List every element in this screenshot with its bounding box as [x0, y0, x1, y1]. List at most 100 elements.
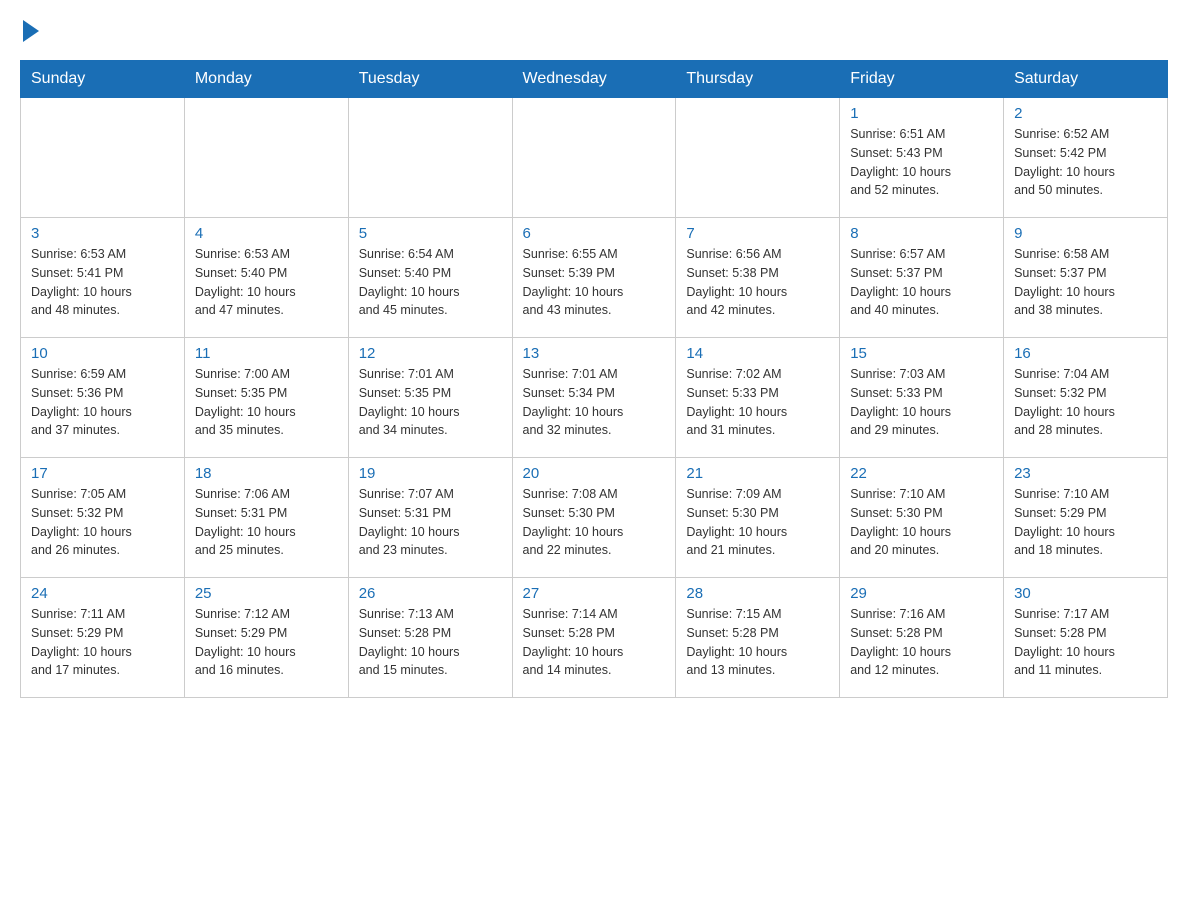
calendar-cell: 7 Sunrise: 6:56 AM Sunset: 5:38 PM Daylig… [676, 218, 840, 338]
calendar-cell: 1 Sunrise: 6:51 AM Sunset: 5:43 PM Daylig… [840, 98, 1004, 218]
calendar-cell: 29 Sunrise: 7:16 AM Sunset: 5:28 PM Dayli… [840, 578, 1004, 698]
day-number: 20 [523, 465, 666, 482]
day-number: 23 [1014, 465, 1157, 482]
weekday-header-friday: Friday [840, 61, 1004, 98]
calendar-cell [348, 98, 512, 218]
weekday-header-monday: Monday [184, 61, 348, 98]
calendar-week-row: 24 Sunrise: 7:11 AM Sunset: 5:29 PM Dayli… [21, 578, 1168, 698]
calendar-week-row: 1 Sunrise: 6:51 AM Sunset: 5:43 PM Daylig… [21, 98, 1168, 218]
calendar-cell: 12 Sunrise: 7:01 AM Sunset: 5:35 PM Dayli… [348, 338, 512, 458]
day-info: Sunrise: 6:55 AM Sunset: 5:39 PM Dayligh… [523, 245, 666, 320]
day-number: 16 [1014, 345, 1157, 362]
calendar-week-row: 3 Sunrise: 6:53 AM Sunset: 5:41 PM Daylig… [21, 218, 1168, 338]
day-number: 28 [686, 585, 829, 602]
day-info: Sunrise: 6:58 AM Sunset: 5:37 PM Dayligh… [1014, 245, 1157, 320]
day-info: Sunrise: 6:57 AM Sunset: 5:37 PM Dayligh… [850, 245, 993, 320]
day-info: Sunrise: 6:53 AM Sunset: 5:40 PM Dayligh… [195, 245, 338, 320]
calendar-cell: 23 Sunrise: 7:10 AM Sunset: 5:29 PM Dayli… [1004, 458, 1168, 578]
calendar-cell: 13Sunrise: 7:01 AM Sunset: 5:34 PM Dayli… [512, 338, 676, 458]
calendar-cell: 24 Sunrise: 7:11 AM Sunset: 5:29 PM Dayli… [21, 578, 185, 698]
day-number: 10 [31, 345, 174, 362]
day-number: 9 [1014, 225, 1157, 242]
day-number: 14 [686, 345, 829, 362]
day-info: Sunrise: 6:56 AM Sunset: 5:38 PM Dayligh… [686, 245, 829, 320]
day-number: 17 [31, 465, 174, 482]
calendar-cell: 2 Sunrise: 6:52 AM Sunset: 5:42 PM Daylig… [1004, 98, 1168, 218]
day-number: 5 [359, 225, 502, 242]
day-number: 18 [195, 465, 338, 482]
day-info: Sunrise: 7:01 AM Sunset: 5:35 PM Dayligh… [359, 365, 502, 440]
day-info: Sunrise: 7:08 AM Sunset: 5:30 PM Dayligh… [523, 485, 666, 560]
calendar-cell: 4 Sunrise: 6:53 AM Sunset: 5:40 PM Daylig… [184, 218, 348, 338]
calendar-cell: 8Sunrise: 6:57 AM Sunset: 5:37 PM Daylig… [840, 218, 1004, 338]
day-info: Sunrise: 6:51 AM Sunset: 5:43 PM Dayligh… [850, 125, 993, 200]
calendar-cell: 3 Sunrise: 6:53 AM Sunset: 5:41 PM Daylig… [21, 218, 185, 338]
weekday-header-wednesday: Wednesday [512, 61, 676, 98]
day-info: Sunrise: 7:10 AM Sunset: 5:30 PM Dayligh… [850, 485, 993, 560]
day-info: Sunrise: 7:00 AM Sunset: 5:35 PM Dayligh… [195, 365, 338, 440]
calendar-cell: 19 Sunrise: 7:07 AM Sunset: 5:31 PM Dayli… [348, 458, 512, 578]
calendar-cell: 22 Sunrise: 7:10 AM Sunset: 5:30 PM Dayli… [840, 458, 1004, 578]
day-number: 21 [686, 465, 829, 482]
calendar-cell: 20 Sunrise: 7:08 AM Sunset: 5:30 PM Dayli… [512, 458, 676, 578]
day-number: 7 [686, 225, 829, 242]
calendar-cell: 5 Sunrise: 6:54 AM Sunset: 5:40 PM Daylig… [348, 218, 512, 338]
day-info: Sunrise: 6:53 AM Sunset: 5:41 PM Dayligh… [31, 245, 174, 320]
day-info: Sunrise: 7:16 AM Sunset: 5:28 PM Dayligh… [850, 605, 993, 680]
day-info: Sunrise: 6:54 AM Sunset: 5:40 PM Dayligh… [359, 245, 502, 320]
weekday-header-tuesday: Tuesday [348, 61, 512, 98]
calendar-cell: 25 Sunrise: 7:12 AM Sunset: 5:29 PM Dayli… [184, 578, 348, 698]
calendar-cell: 17 Sunrise: 7:05 AM Sunset: 5:32 PM Dayli… [21, 458, 185, 578]
day-info: Sunrise: 6:52 AM Sunset: 5:42 PM Dayligh… [1014, 125, 1157, 200]
day-number: 12 [359, 345, 502, 362]
day-number: 1 [850, 105, 993, 122]
day-number: 2 [1014, 105, 1157, 122]
calendar-table: SundayMondayTuesdayWednesdayThursdayFrid… [20, 60, 1168, 698]
day-info: Sunrise: 7:12 AM Sunset: 5:29 PM Dayligh… [195, 605, 338, 680]
day-info: Sunrise: 7:15 AM Sunset: 5:28 PM Dayligh… [686, 605, 829, 680]
calendar-cell: 27 Sunrise: 7:14 AM Sunset: 5:28 PM Dayli… [512, 578, 676, 698]
calendar-cell [676, 98, 840, 218]
day-number: 13 [523, 345, 666, 362]
day-info: Sunrise: 7:10 AM Sunset: 5:29 PM Dayligh… [1014, 485, 1157, 560]
day-info: Sunrise: 7:09 AM Sunset: 5:30 PM Dayligh… [686, 485, 829, 560]
calendar-cell [184, 98, 348, 218]
calendar-cell [21, 98, 185, 218]
day-number: 19 [359, 465, 502, 482]
weekday-header-thursday: Thursday [676, 61, 840, 98]
logo [20, 20, 39, 42]
calendar-cell: 21 Sunrise: 7:09 AM Sunset: 5:30 PM Dayli… [676, 458, 840, 578]
day-number: 27 [523, 585, 666, 602]
day-info: Sunrise: 7:05 AM Sunset: 5:32 PM Dayligh… [31, 485, 174, 560]
calendar-header-row: SundayMondayTuesdayWednesdayThursdayFrid… [21, 61, 1168, 98]
day-number: 4 [195, 225, 338, 242]
weekday-header-sunday: Sunday [21, 61, 185, 98]
day-number: 3 [31, 225, 174, 242]
day-info: Sunrise: 7:14 AM Sunset: 5:28 PM Dayligh… [523, 605, 666, 680]
page-header [20, 20, 1168, 42]
day-number: 22 [850, 465, 993, 482]
calendar-week-row: 10 Sunrise: 6:59 AM Sunset: 5:36 PM Dayli… [21, 338, 1168, 458]
day-number: 6 [523, 225, 666, 242]
calendar-cell: 9 Sunrise: 6:58 AM Sunset: 5:37 PM Daylig… [1004, 218, 1168, 338]
day-info: Sunrise: 7:06 AM Sunset: 5:31 PM Dayligh… [195, 485, 338, 560]
calendar-cell: 18 Sunrise: 7:06 AM Sunset: 5:31 PM Dayli… [184, 458, 348, 578]
day-info: Sunrise: 6:59 AM Sunset: 5:36 PM Dayligh… [31, 365, 174, 440]
calendar-cell: 6 Sunrise: 6:55 AM Sunset: 5:39 PM Daylig… [512, 218, 676, 338]
day-info: Sunrise: 7:03 AM Sunset: 5:33 PM Dayligh… [850, 365, 993, 440]
day-number: 24 [31, 585, 174, 602]
day-info: Sunrise: 7:04 AM Sunset: 5:32 PM Dayligh… [1014, 365, 1157, 440]
day-info: Sunrise: 7:07 AM Sunset: 5:31 PM Dayligh… [359, 485, 502, 560]
calendar-cell: 26Sunrise: 7:13 AM Sunset: 5:28 PM Dayli… [348, 578, 512, 698]
calendar-cell [512, 98, 676, 218]
day-info: Sunrise: 7:13 AM Sunset: 5:28 PM Dayligh… [359, 605, 502, 680]
day-info: Sunrise: 7:11 AM Sunset: 5:29 PM Dayligh… [31, 605, 174, 680]
logo-triangle-icon [23, 20, 39, 42]
day-number: 25 [195, 585, 338, 602]
calendar-cell: 16 Sunrise: 7:04 AM Sunset: 5:32 PM Dayli… [1004, 338, 1168, 458]
calendar-cell: 10 Sunrise: 6:59 AM Sunset: 5:36 PM Dayli… [21, 338, 185, 458]
day-number: 15 [850, 345, 993, 362]
day-number: 29 [850, 585, 993, 602]
weekday-header-saturday: Saturday [1004, 61, 1168, 98]
calendar-cell: 28 Sunrise: 7:15 AM Sunset: 5:28 PM Dayli… [676, 578, 840, 698]
